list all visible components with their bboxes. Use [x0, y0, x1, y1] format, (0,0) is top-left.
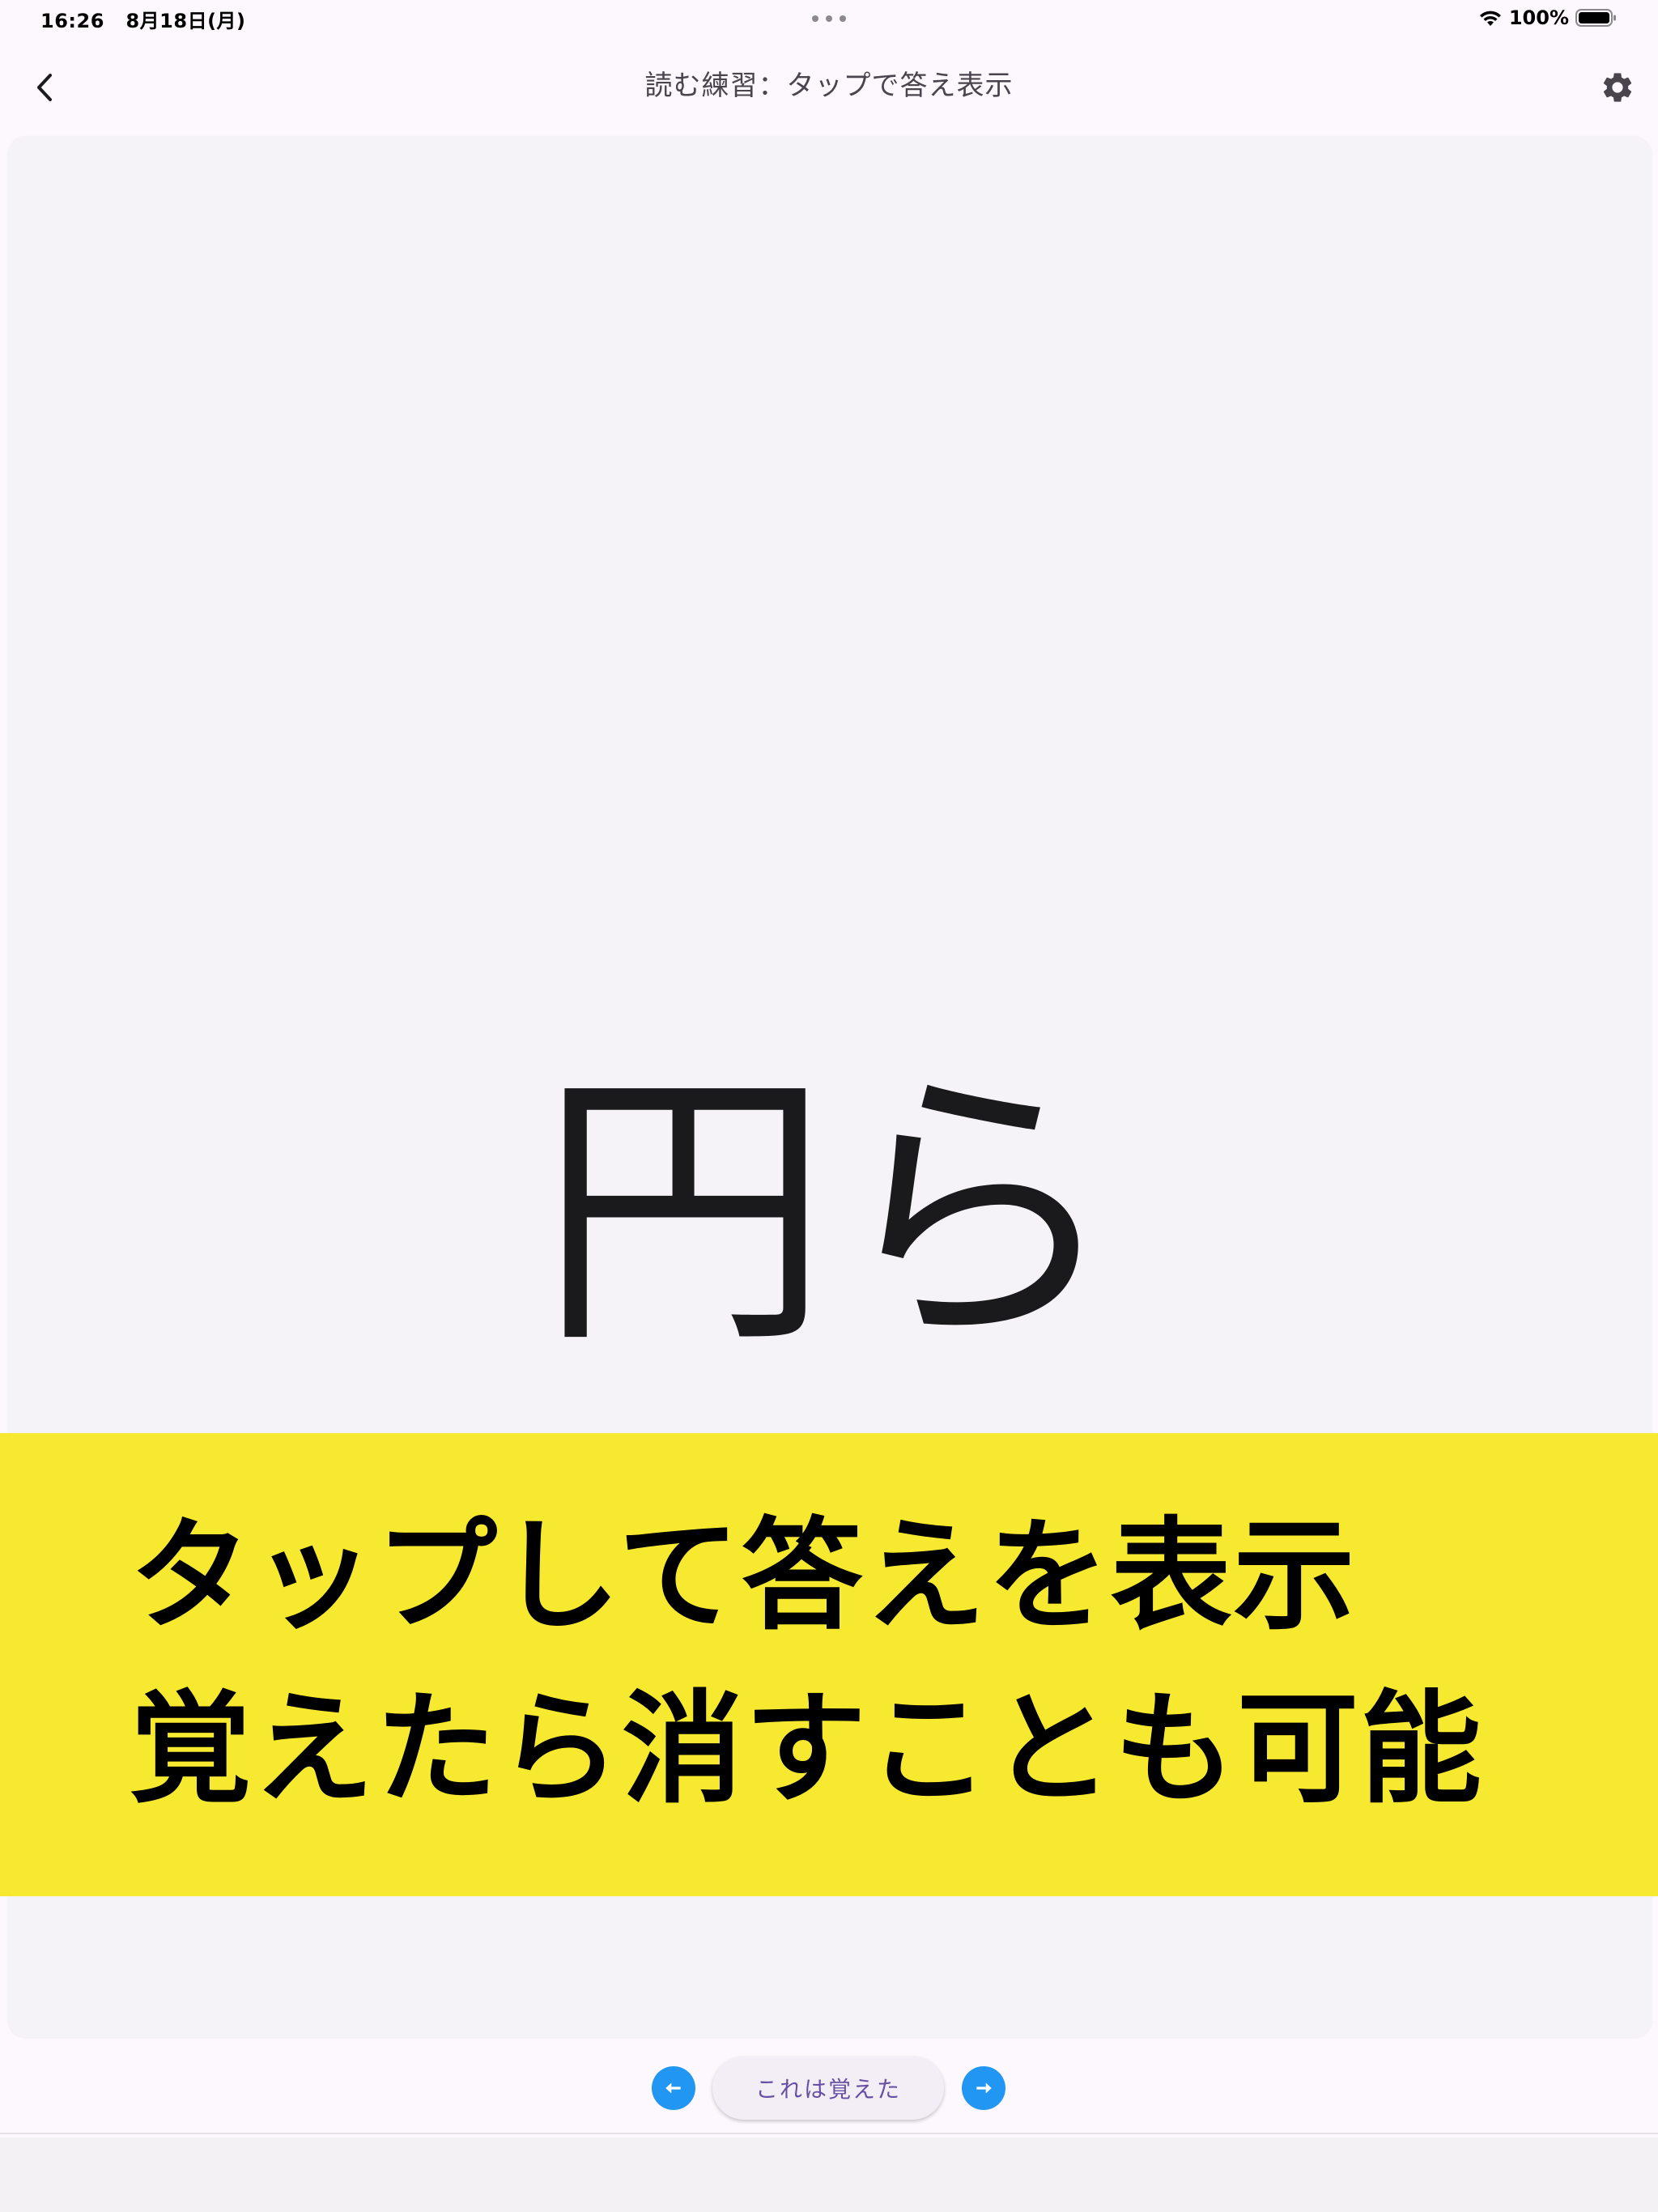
- status-time: 16:26 8月18日(月): [40, 5, 246, 33]
- instruction-banner: タップして答えを表示 覚えたら消すことも可能: [0, 1433, 1658, 1896]
- multitasking-dots-icon[interactable]: [811, 15, 847, 23]
- battery-percentage: 100%: [1508, 6, 1569, 29]
- wifi-icon: [1479, 11, 1501, 26]
- status-indicators: 100%: [1478, 5, 1618, 31]
- previous-card-button[interactable]: [652, 2066, 695, 2110]
- arrow-left-icon: [665, 2082, 681, 2094]
- battery-icon: [1575, 9, 1616, 27]
- gear-icon: [1603, 73, 1632, 102]
- arrow-right-icon: [976, 2082, 992, 2094]
- bottom-safe-area: [0, 2138, 1658, 2212]
- instruction-line-1: タップして答えを表示: [130, 1506, 1357, 1647]
- memorized-button[interactable]: これは覚えた: [712, 2057, 944, 2120]
- next-card-button[interactable]: [962, 2066, 1005, 2110]
- status-clock: 16:26: [40, 10, 104, 32]
- status-date: 8月18日(月): [125, 10, 246, 32]
- card-controls: これは覚えた: [0, 2057, 1658, 2121]
- app-bar: 読む練習：タップで答え表示: [0, 39, 1658, 130]
- status-bar: 16:26 8月18日(月) 100%: [0, 0, 1658, 39]
- bottom-divider: [0, 2133, 1658, 2134]
- page-title: 読む練習：タップで答え表示: [644, 70, 1014, 102]
- question-text: 円ら: [538, 1043, 1121, 1382]
- instruction-line-2: 覚えたら消すことも可能: [130, 1679, 1484, 1820]
- settings-button[interactable]: [1590, 60, 1645, 115]
